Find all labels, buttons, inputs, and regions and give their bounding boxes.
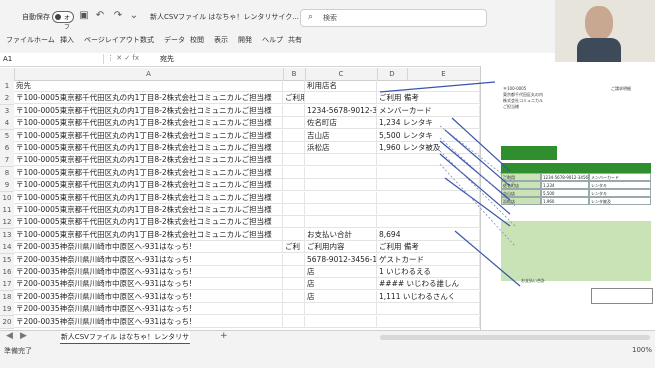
webcam-overlay xyxy=(555,0,655,62)
redo-icon[interactable]: ↷ xyxy=(112,10,124,22)
menu-home[interactable]: ホーム xyxy=(34,35,55,45)
tab-scroll-left-icon[interactable]: ◀ xyxy=(6,331,13,341)
dashed-guide xyxy=(439,163,516,247)
name-box[interactable]: A1 xyxy=(3,54,104,64)
arrow-line xyxy=(439,153,511,215)
menu-share[interactable]: 共有 xyxy=(288,35,302,45)
menu-review[interactable]: 校閲 xyxy=(190,35,204,45)
customize-toolbar-icon[interactable]: ⌄ xyxy=(128,10,140,22)
save-icon[interactable]: ▣ xyxy=(78,10,90,22)
search-box[interactable]: ⌕ 検索 xyxy=(300,9,487,27)
status-ready: 準備完了 xyxy=(4,347,32,355)
horizontal-scrollbar[interactable] xyxy=(380,335,650,340)
menu-help[interactable]: ヘルプ xyxy=(262,35,283,45)
presenter-face xyxy=(585,6,613,40)
document-title: 新人CSVファイル はなちゃ！レンタリサイク... xyxy=(150,13,299,21)
add-sheet-icon[interactable]: + xyxy=(220,331,228,341)
autosave-toggle[interactable]: オフ xyxy=(52,11,74,31)
undo-icon[interactable]: ↶ xyxy=(94,10,106,22)
menu-formulas[interactable]: 数式 xyxy=(140,35,154,45)
arrow-line xyxy=(379,81,496,93)
presenter-body xyxy=(577,38,621,62)
sheet-tab-bar: ◀ ▶ 新人CSVファイル はなちゃ！レンタリサイクル + xyxy=(0,330,655,353)
arrow-line xyxy=(439,140,511,201)
autosave-label: 自動保存 xyxy=(22,13,50,21)
zoom-level[interactable]: 100% xyxy=(632,346,652,354)
sheet-tab[interactable]: 新人CSVファイル はなちゃ！レンタリサイクル xyxy=(60,331,190,353)
menu-page-layout[interactable]: ページレイアウト xyxy=(84,35,140,45)
arrow-line xyxy=(444,129,511,187)
toggle-knob xyxy=(55,14,61,20)
menu-file[interactable]: ファイル xyxy=(6,35,34,45)
toggle-state: オフ xyxy=(64,15,71,31)
search-placeholder: 検索 xyxy=(323,14,337,22)
formula-controls[interactable]: ⋮ ✕ ✓ fx xyxy=(107,54,139,62)
tab-scroll-right-icon[interactable]: ▶ xyxy=(20,331,27,341)
search-icon: ⌕ xyxy=(308,12,314,22)
arrow-line xyxy=(451,117,511,172)
menu-data[interactable]: データ xyxy=(164,35,185,45)
menu-insert[interactable]: 挿入 xyxy=(60,35,74,45)
fx-icon[interactable]: fx xyxy=(132,54,139,62)
arrow-line xyxy=(454,230,521,287)
formula-input[interactable]: 宛先 xyxy=(160,54,174,64)
annotation-arrows xyxy=(379,81,521,287)
dashed-guide xyxy=(439,150,516,227)
menu-developer[interactable]: 開発 xyxy=(238,35,252,45)
status-bar: 準備完了 100% xyxy=(0,344,655,368)
arrow-line xyxy=(444,177,511,227)
menu-view[interactable]: 表示 xyxy=(214,35,228,45)
